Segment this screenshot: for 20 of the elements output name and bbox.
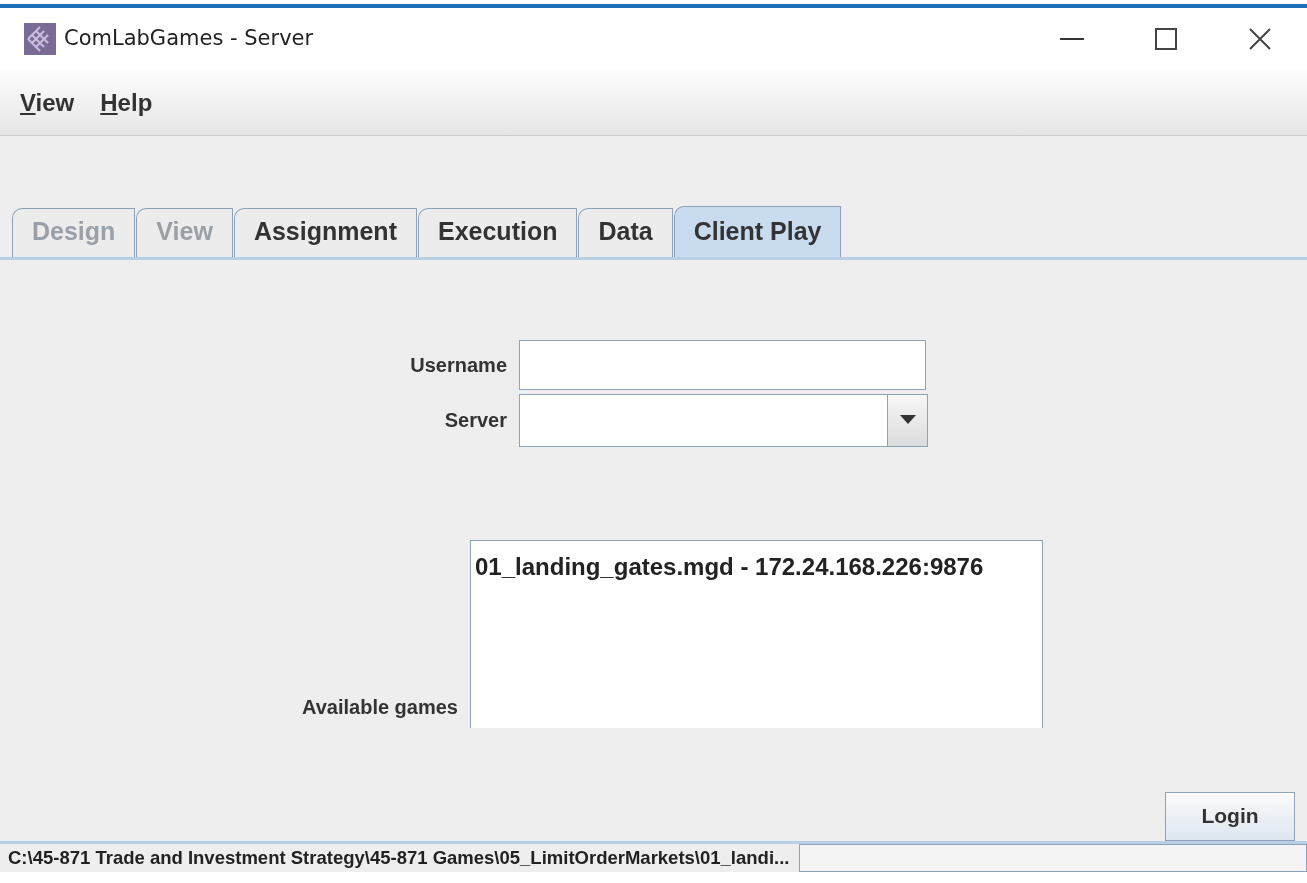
tab[interactable]: Execution — [418, 208, 578, 257]
minimize-icon — [1060, 37, 1084, 41]
field-label: Available games — [301, 694, 458, 720]
tab[interactable]: Assignment — [233, 208, 417, 257]
tab[interactable]: Client Play — [673, 206, 842, 257]
maximize-icon — [1155, 28, 1177, 50]
username-field[interactable] — [519, 339, 926, 390]
field-label: Username — [409, 352, 507, 378]
menu-item[interactable]: Help — [100, 84, 153, 121]
tab[interactable]: Data — [578, 208, 673, 257]
server-dropdown[interactable] — [519, 393, 928, 447]
status-path: C:\45-871 Trade and Investment Strategy\45-871 Games\05_LimitOrderMarkets\01_landi... — [7, 845, 790, 870]
close-icon — [1248, 27, 1272, 51]
app-logo-icon — [24, 23, 56, 55]
menu-item[interactable]: View — [20, 84, 75, 121]
field-label: Server — [443, 408, 507, 433]
login-button[interactable]: Login — [1165, 791, 1295, 841]
list-item[interactable]: 01_landing_gates.mgd - 172.24.168.226:9876 — [475, 548, 1038, 585]
window-title: ComLabGames - Server — [64, 25, 314, 53]
caret-icon — [899, 415, 916, 425]
